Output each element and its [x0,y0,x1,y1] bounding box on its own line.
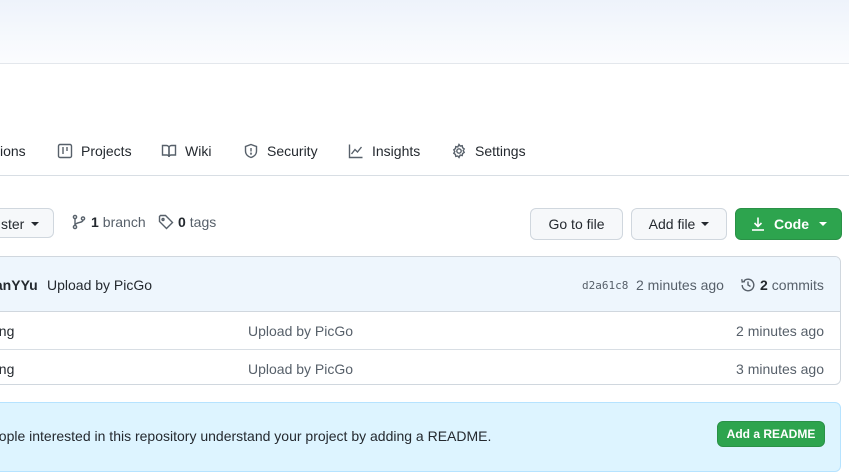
chevron-down-icon [31,222,39,226]
add-readme-button[interactable]: Add a README [717,421,825,447]
graph-icon [348,144,363,159]
add-file-label: Add file [648,216,696,232]
tag-count: 0 [178,214,186,230]
go-to-file-button[interactable]: Go to file [530,208,623,240]
tab-insights[interactable]: Insights [348,141,420,161]
tab-label: ions [0,143,26,159]
tab-label: Projects [81,143,132,159]
book-icon [161,144,177,158]
gear-icon [452,143,466,159]
commit-time: 2 minutes ago [636,277,724,293]
chevron-down-icon [701,222,710,226]
commit-count: 2 [760,277,768,293]
file-commit-time: 2 minutes ago [736,323,824,339]
add-readme-label: Add a README [726,427,816,441]
latest-commit-bar: lanYYu Upload by PicGo d2a61c8 2 minutes… [0,257,840,312]
download-icon [752,217,764,231]
repo-nav-tabs: ions Projects Wiki Security Insights Set… [0,127,849,176]
repo-header-band [0,0,849,64]
branch-selector-button[interactable]: ster [0,208,54,238]
chevron-down-icon [819,222,827,226]
tab-wiki[interactable]: Wiki [161,141,211,161]
tag-label: tags [189,214,217,230]
file-commit-message-link[interactable]: Upload by PicGo [248,361,353,377]
tab-label: Settings [475,143,526,159]
code-button[interactable]: Code [735,208,842,240]
commit-history-link[interactable]: 2 commits [740,277,824,293]
branch-selector-label: ster [1,216,25,232]
commit-sha[interactable]: d2a61c8 [582,279,628,292]
table-row: ong Upload by PicGo 3 minutes ago [0,350,840,384]
tab-label: Insights [372,143,421,159]
file-browser: lanYYu Upload by PicGo d2a61c8 2 minutes… [0,256,841,385]
file-commit-message-link[interactable]: Upload by PicGo [248,323,353,339]
tab-label: Security [267,143,318,159]
tag-icon [158,214,174,230]
tags-link[interactable]: 0 tags [158,214,216,230]
tab-label: Wiki [185,143,212,159]
readme-banner: eople interested in this repository unde… [0,402,841,472]
tab-projects[interactable]: Projects [57,141,132,161]
file-name-link[interactable]: ong [0,323,14,339]
shield-icon [244,143,258,159]
commit-count-label: commits [771,277,824,293]
project-table-icon [57,143,73,159]
table-row: ong Upload by PicGo 2 minutes ago [0,312,840,350]
readme-banner-text: eople interested in this repository unde… [0,428,492,444]
add-file-button[interactable]: Add file [631,208,727,240]
go-to-file-label: Go to file [548,216,605,232]
file-name-link[interactable]: ong [0,361,14,377]
tab-actions[interactable]: ions [0,141,26,161]
branches-link[interactable]: 1 branch [71,214,146,230]
branch-label: branch [102,214,146,230]
history-icon [741,278,755,292]
code-label: Code [774,216,809,232]
file-commit-time: 3 minutes ago [736,361,824,377]
commit-author[interactable]: lanYYu [0,277,38,293]
commit-message[interactable]: Upload by PicGo [47,277,152,293]
tab-security[interactable]: Security [243,141,318,161]
tab-settings[interactable]: Settings [451,141,526,161]
branch-count: 1 [91,214,99,230]
git-branch-icon [72,214,86,230]
